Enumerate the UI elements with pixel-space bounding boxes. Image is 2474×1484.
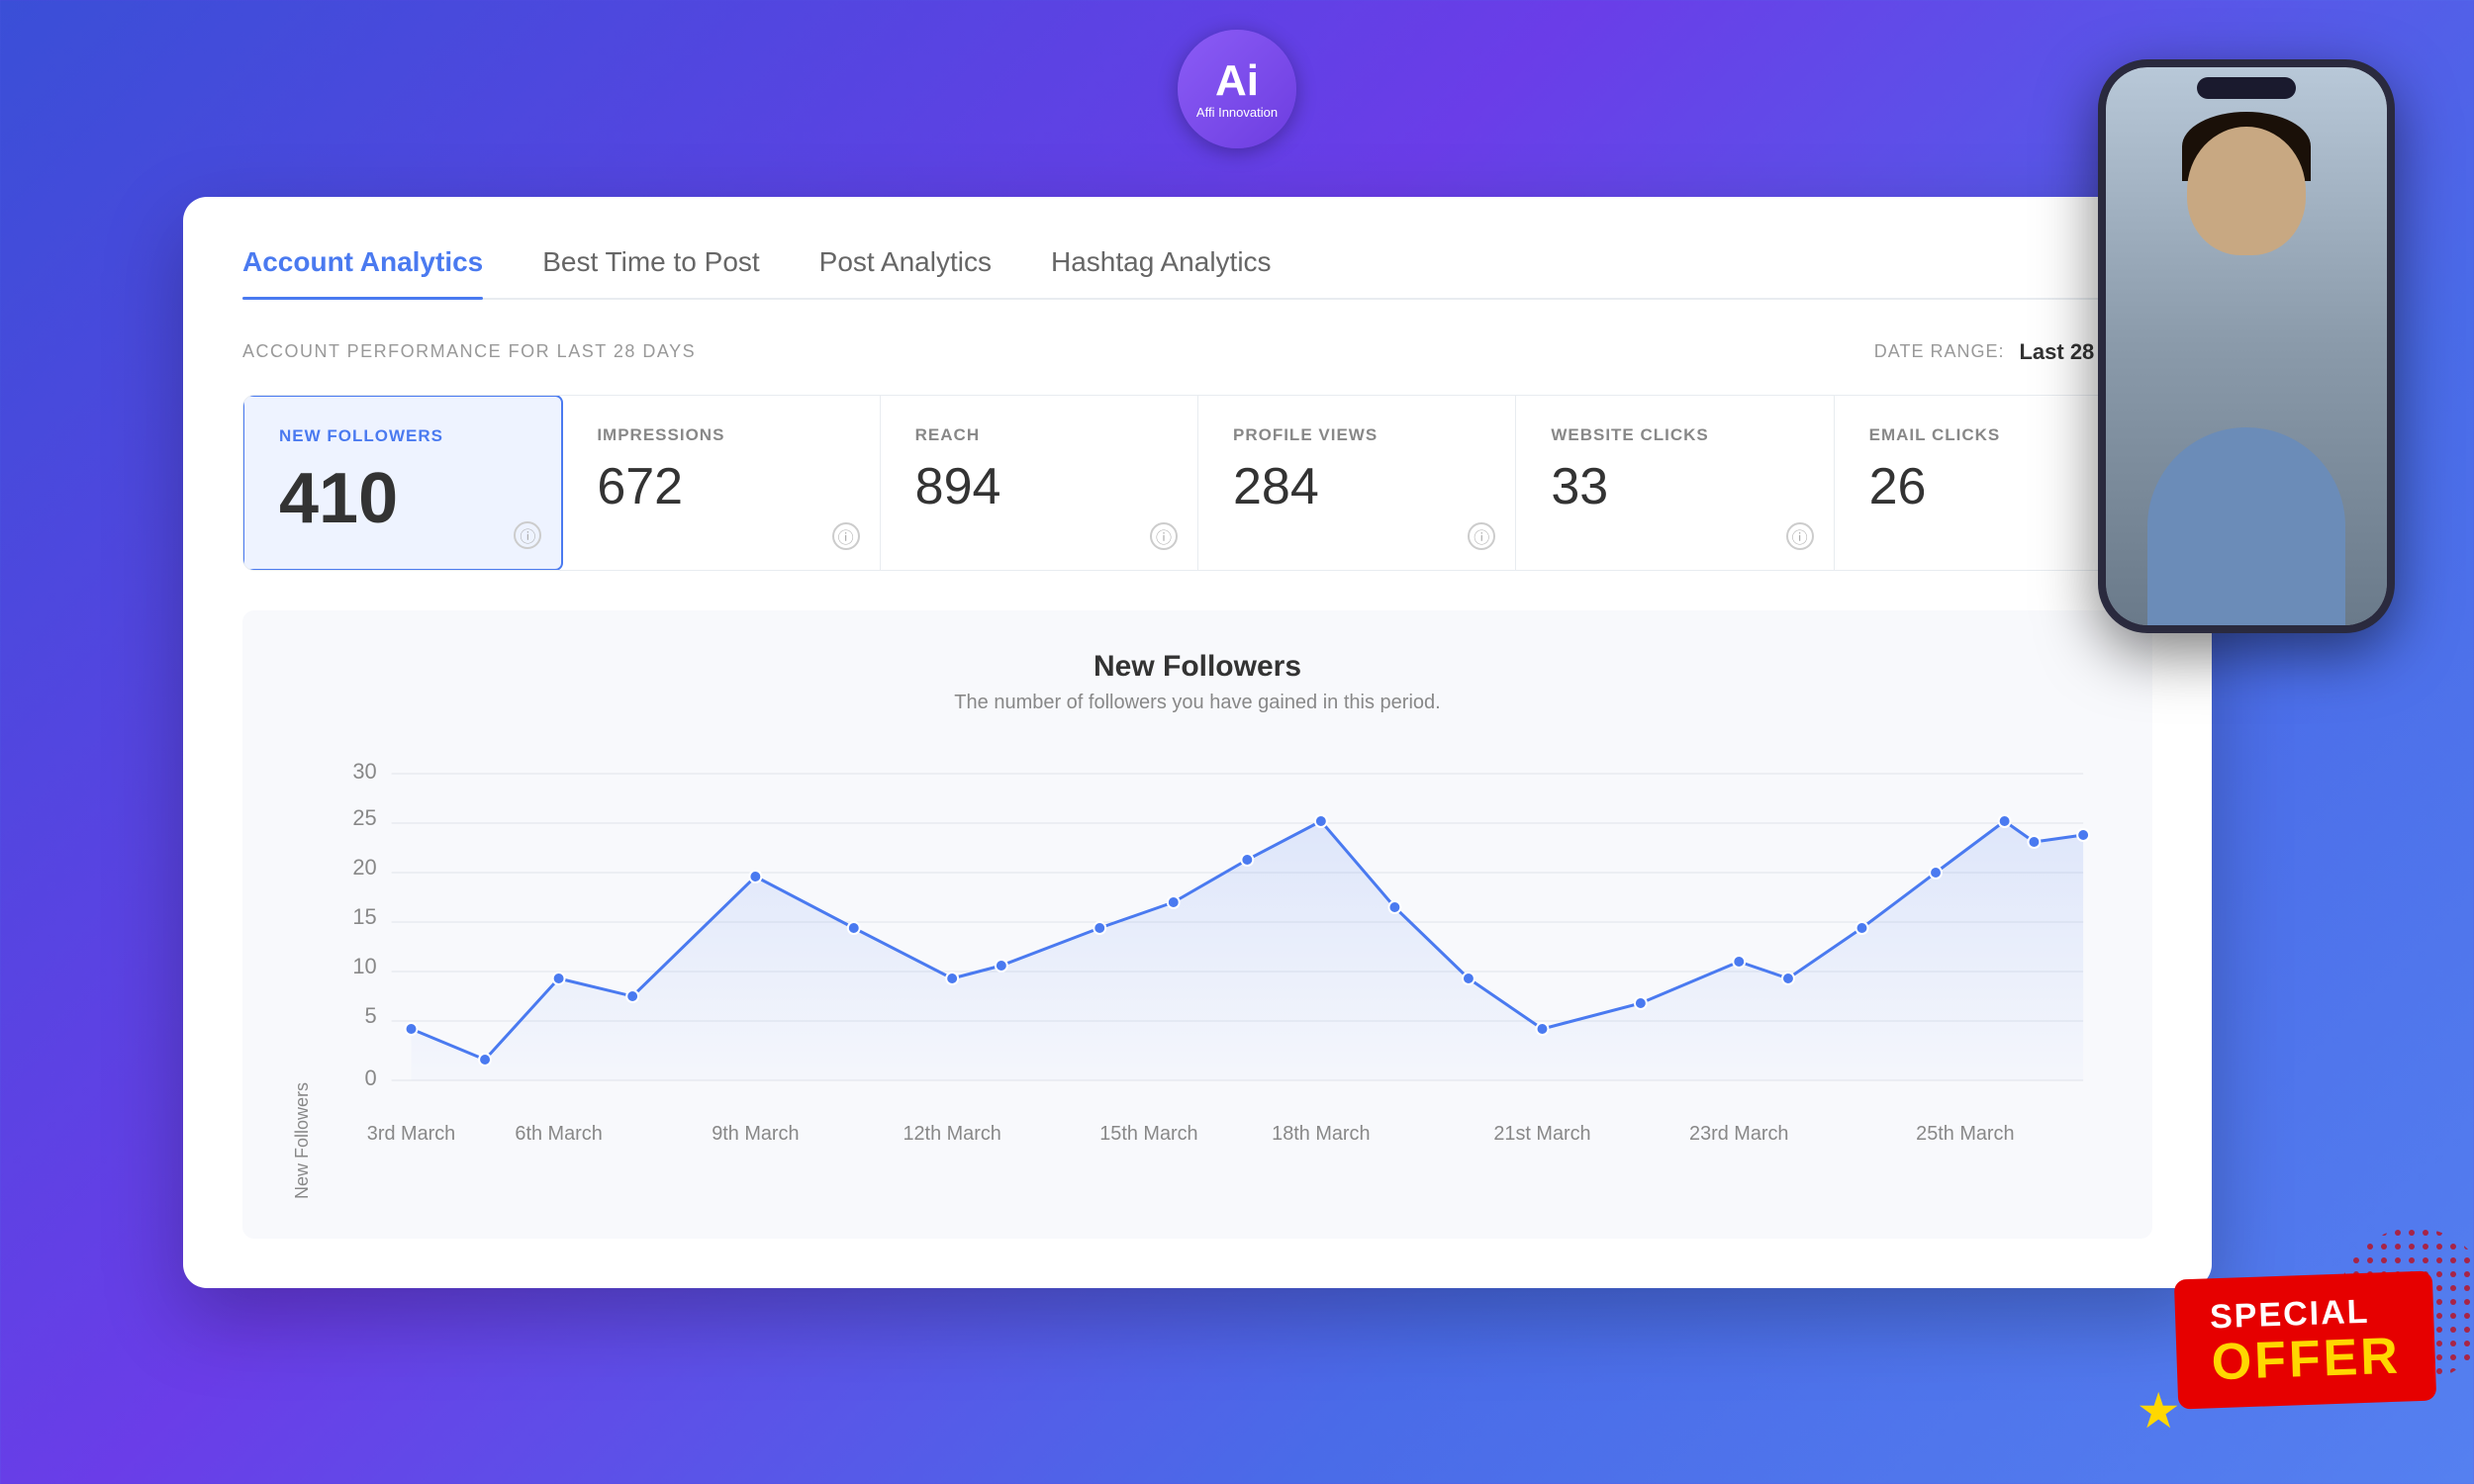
- logo-circle: Ai Affi Innovation: [1178, 30, 1296, 148]
- stat-email-clicks-value: 26: [1869, 457, 2117, 516]
- svg-text:3rd March: 3rd March: [367, 1122, 455, 1144]
- stat-email-clicks-label: EMAIL CLICKS: [1869, 425, 2117, 445]
- stat-impressions: IMPRESSIONS 672 ⓘ: [562, 396, 880, 570]
- stat-website-clicks-label: WEBSITE CLICKS: [1551, 425, 1798, 445]
- svg-text:15: 15: [352, 903, 376, 928]
- special-offer: ★ ➤ SPECIAL OFFER: [2176, 1275, 2434, 1405]
- date-range-label: DATE RANGE:: [1874, 341, 2005, 362]
- svg-text:25: 25: [352, 804, 376, 829]
- svg-text:21st March: 21st March: [1493, 1122, 1590, 1144]
- analytics-header: ACCOUNT PERFORMANCE FOR LAST 28 DAYS DAT…: [242, 339, 2152, 365]
- chart-plot: 0 5 10 15 20 25 30: [333, 754, 2103, 1199]
- info-icon-reach[interactable]: ⓘ: [1150, 522, 1178, 550]
- performance-label: ACCOUNT PERFORMANCE FOR LAST 28 DAYS: [242, 341, 696, 362]
- info-icon-profile[interactable]: ⓘ: [1468, 522, 1495, 550]
- chart-container: New Followers The number of followers yo…: [242, 610, 2152, 1239]
- offer-offer-text: OFFER: [2211, 1331, 2402, 1389]
- svg-text:12th March: 12th March: [903, 1122, 1000, 1144]
- nav-tabs: Account Analytics Best Time to Post Post…: [242, 246, 2152, 300]
- chart-title: New Followers: [292, 650, 2103, 684]
- offer-star-left: ★: [2137, 1382, 2181, 1439]
- logo-ai-text: Ai: [1215, 59, 1259, 103]
- stats-row: NEW FOLLOWERS 410 ⓘ IMPRESSIONS 672 ⓘ RE…: [242, 395, 2152, 571]
- svg-text:18th March: 18th March: [1272, 1122, 1370, 1144]
- person-body: [2147, 427, 2345, 625]
- info-icon-impressions[interactable]: ⓘ: [832, 522, 860, 550]
- stat-new-followers-value: 410: [279, 458, 526, 539]
- stat-profile-views-label: PROFILE VIEWS: [1233, 425, 1480, 445]
- svg-text:20: 20: [352, 854, 376, 879]
- svg-text:0: 0: [365, 1065, 377, 1089]
- svg-text:23rd March: 23rd March: [1689, 1122, 1788, 1144]
- person-head: [2187, 127, 2306, 255]
- svg-text:6th March: 6th March: [515, 1122, 602, 1144]
- stat-reach: REACH 894 ⓘ: [881, 396, 1198, 570]
- special-offer-badge: SPECIAL OFFER: [2174, 1270, 2437, 1409]
- stat-impressions-label: IMPRESSIONS: [597, 425, 844, 445]
- chart-subtitle: The number of followers you have gained …: [292, 692, 2103, 714]
- y-axis-label: New Followers: [292, 754, 313, 1199]
- stat-new-followers: NEW FOLLOWERS 410 ⓘ: [242, 395, 563, 571]
- info-icon-website[interactable]: ⓘ: [1786, 522, 1814, 550]
- dashboard-card: Account Analytics Best Time to Post Post…: [183, 197, 2212, 1288]
- stat-impressions-value: 672: [597, 457, 844, 516]
- phone-screen: [2106, 67, 2387, 625]
- logo-name-text: Affi Innovation: [1196, 105, 1278, 120]
- phone-person-bg: [2106, 67, 2387, 625]
- tab-account-analytics[interactable]: Account Analytics: [242, 246, 483, 298]
- stat-reach-value: 894: [915, 457, 1163, 516]
- svg-text:5: 5: [365, 1002, 377, 1027]
- stat-profile-views: PROFILE VIEWS 284 ⓘ: [1198, 396, 1516, 570]
- svg-text:30: 30: [352, 758, 376, 783]
- chart-area: New Followers 0 5 10 15 20: [292, 754, 2103, 1199]
- stat-website-clicks-value: 33: [1551, 457, 1798, 516]
- info-icon-followers[interactable]: ⓘ: [514, 521, 541, 549]
- svg-text:25th March: 25th March: [1916, 1122, 2014, 1144]
- phone-mockup: [2098, 59, 2395, 633]
- stat-profile-views-value: 284: [1233, 457, 1480, 516]
- svg-text:9th March: 9th March: [712, 1122, 799, 1144]
- svg-text:15th March: 15th March: [1099, 1122, 1197, 1144]
- stat-reach-label: REACH: [915, 425, 1163, 445]
- tab-post-analytics[interactable]: Post Analytics: [819, 246, 992, 298]
- tab-best-time-to-post[interactable]: Best Time to Post: [542, 246, 759, 298]
- stat-website-clicks: WEBSITE CLICKS 33 ⓘ: [1516, 396, 1834, 570]
- phone-notch: [2197, 77, 2296, 99]
- svg-text:10: 10: [352, 953, 376, 977]
- tab-hashtag-analytics[interactable]: Hashtag Analytics: [1051, 246, 1272, 298]
- stat-new-followers-label: NEW FOLLOWERS: [279, 426, 526, 446]
- logo-container: Ai Affi Innovation: [1178, 30, 1296, 148]
- chart-svg: 0 5 10 15 20 25 30: [333, 754, 2103, 1199]
